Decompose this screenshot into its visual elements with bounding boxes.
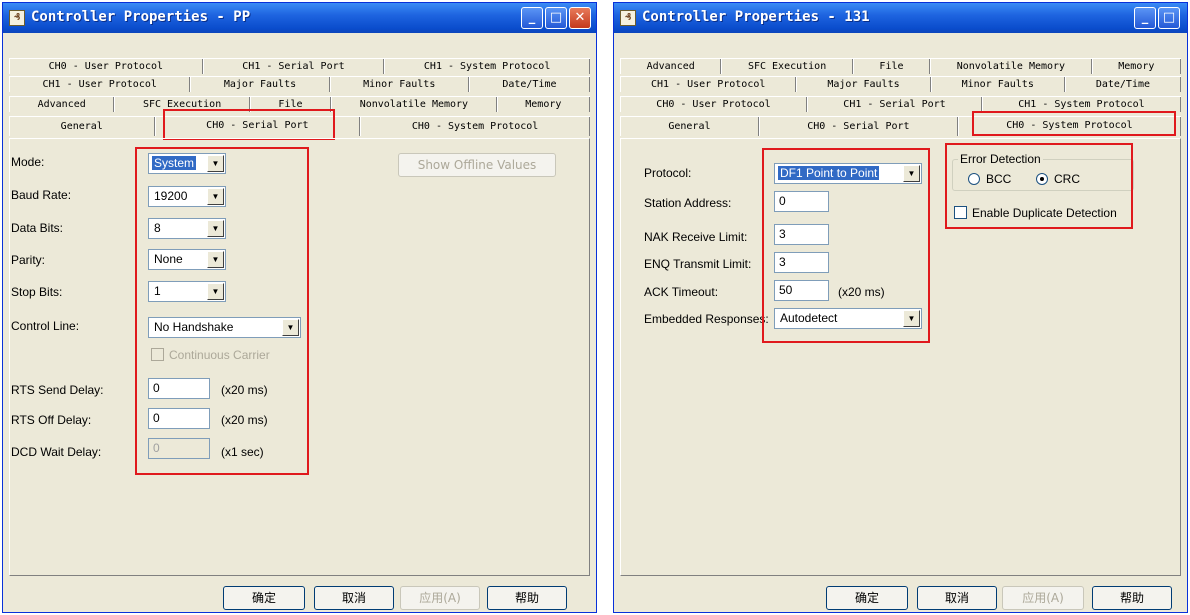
tab-advanced[interactable]: Advanced (9, 97, 115, 112)
minimize-button[interactable]: _ (521, 7, 543, 29)
tab-general[interactable]: General (620, 117, 759, 136)
tab-ch0-user-protocol[interactable]: CH0 - User Protocol (620, 97, 807, 112)
tab-advanced[interactable]: Advanced (620, 59, 722, 74)
protocol-label: Protocol: (644, 166, 692, 180)
highlight-serial-settings (135, 147, 309, 475)
ack-timeout-label: ACK Timeout: (644, 285, 719, 299)
help-button[interactable]: 帮助 (487, 586, 567, 610)
cancel-button[interactable]: 取消 (314, 586, 394, 610)
window-title: Controller Properties - 131 (642, 9, 870, 25)
tab-ch1-user-protocol[interactable]: CH1 - User Protocol (620, 77, 797, 92)
controller-properties-window-right: ₰ Controller Properties - 131 _ □ Advanc… (613, 2, 1188, 613)
embedded-responses-label: Embedded Responses: (644, 312, 769, 326)
parity-label: Parity: (11, 253, 46, 267)
tab-ch1-system-protocol[interactable]: CH1 - System Protocol (384, 59, 590, 74)
highlight-protocol-settings (762, 148, 930, 343)
highlight-active-tab (972, 111, 1176, 136)
baud-rate-label: Baud Rate: (11, 188, 72, 202)
tab-ch1-system-protocol[interactable]: CH1 - System Protocol (981, 97, 1182, 112)
tab-row-1: Advanced SFC Execution File Nonvolatile … (620, 58, 1181, 74)
tab-major-faults[interactable]: Major Faults (796, 77, 931, 92)
data-bits-label: Data Bits: (11, 221, 64, 235)
controller-properties-window-left: ₰ Controller Properties - PP _ □ ✕ CH0 -… (2, 2, 597, 613)
close-button[interactable]: ✕ (569, 7, 591, 29)
show-offline-values-button[interactable]: Show Offline Values (398, 153, 556, 177)
tab-major-faults[interactable]: Major Faults (190, 77, 330, 92)
tab-general[interactable]: General (9, 117, 155, 136)
tab-ch0-system-protocol[interactable]: CH0 - System Protocol (360, 117, 590, 136)
highlight-active-tab (163, 109, 335, 140)
tab-row-2: CH1 - User Protocol Major Faults Minor F… (9, 76, 591, 92)
title-bar[interactable]: ₰ Controller Properties - 131 _ □ (614, 3, 1187, 33)
ok-button[interactable]: 确定 (223, 586, 305, 610)
tab-memory[interactable]: Memory (1091, 59, 1181, 74)
nak-receive-limit-label: NAK Receive Limit: (644, 230, 748, 244)
tab-ch0-serial-port[interactable]: CH0 - Serial Port (758, 117, 958, 136)
apply-button[interactable]: 应用(A) (1002, 586, 1084, 610)
tab-file[interactable]: File (852, 59, 931, 74)
maximize-button[interactable]: □ (1158, 7, 1180, 29)
tab-minor-faults[interactable]: Minor Faults (329, 77, 469, 92)
mode-label: Mode: (11, 155, 45, 169)
control-line-label: Control Line: (11, 319, 80, 333)
dcd-wait-delay-label: DCD Wait Delay: (11, 445, 102, 459)
rts-send-delay-label: RTS Send Delay: (11, 383, 104, 397)
tab-ch1-serial-port[interactable]: CH1 - Serial Port (807, 97, 982, 112)
window-title: Controller Properties - PP (31, 9, 251, 25)
minimize-button[interactable]: _ (1134, 7, 1156, 29)
tab-ch1-serial-port[interactable]: CH1 - Serial Port (202, 59, 385, 74)
tab-row-1: CH0 - User Protocol CH1 - Serial Port CH… (9, 58, 590, 74)
apply-button[interactable]: 应用(A) (400, 586, 480, 610)
controller-icon: ₰ (9, 10, 25, 26)
title-bar[interactable]: ₰ Controller Properties - PP _ □ ✕ (3, 3, 596, 33)
tab-date-time[interactable]: Date/Time (468, 77, 591, 92)
tab-row-2: CH1 - User Protocol Major Faults Minor F… (620, 76, 1182, 92)
tab-minor-faults[interactable]: Minor Faults (930, 77, 1065, 92)
tab-sfc-execution[interactable]: SFC Execution (721, 59, 853, 74)
rts-off-delay-label: RTS Off Delay: (11, 413, 92, 427)
maximize-button[interactable]: □ (545, 7, 567, 29)
tab-nonvolatile-memory[interactable]: Nonvolatile Memory (930, 59, 1092, 74)
help-button[interactable]: 帮助 (1092, 586, 1172, 610)
tab-memory[interactable]: Memory (496, 97, 590, 112)
tab-row-3: CH0 - User Protocol CH1 - Serial Port CH… (620, 96, 1182, 112)
station-address-label: Station Address: (644, 196, 732, 210)
cancel-button[interactable]: 取消 (917, 586, 997, 610)
tab-ch1-user-protocol[interactable]: CH1 - User Protocol (9, 77, 191, 92)
tab-nonvolatile-memory[interactable]: Nonvolatile Memory (331, 97, 497, 112)
tab-ch0-user-protocol[interactable]: CH0 - User Protocol (9, 59, 203, 74)
stop-bits-label: Stop Bits: (11, 285, 63, 299)
enq-transmit-limit-label: ENQ Transmit Limit: (644, 257, 752, 271)
tab-date-time[interactable]: Date/Time (1064, 77, 1182, 92)
ok-button[interactable]: 确定 (826, 586, 908, 610)
highlight-error-detection (945, 143, 1133, 229)
controller-icon: ₰ (620, 10, 636, 26)
